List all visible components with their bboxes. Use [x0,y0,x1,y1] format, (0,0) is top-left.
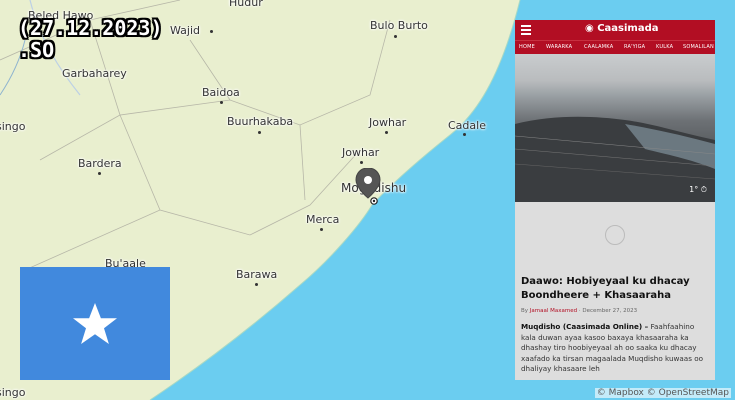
author-link[interactable]: Jamaal Maxamed [530,308,577,314]
city-label-barawa: Barawa [236,268,278,281]
nav-item-home[interactable]: HOME [519,44,535,50]
city-label-bulo-burto: Bulo Burto [370,19,428,32]
city-dot-jowhar-2 [360,161,363,164]
map-attribution[interactable]: © Mapbox © OpenStreetMap [594,388,731,398]
nav-item-wararka[interactable]: WARARKA [546,44,572,50]
city-label-jowhar: Jowhar [369,116,407,129]
location-pin-icon[interactable] [354,168,384,210]
city-label-hudur: Hudur [229,0,263,9]
article-body: Muqdisho (Caasimada Online) – Faahfaahin… [521,322,711,375]
nav-item-rayiga[interactable]: RA'YIGA [624,44,645,50]
city-dot-merca [320,228,323,231]
city-label-wajid: Wajid [170,24,201,37]
city-dot-baidoa [220,101,223,104]
date-overlay: (27.12.2023) .SO [18,17,163,61]
brand-name: Caasimada [597,23,659,34]
city-dot-bardera [98,172,101,175]
menu-icon[interactable] [521,25,531,35]
somalia-flag [20,267,170,380]
nav-item-kulka[interactable]: KUL​KA [656,44,673,50]
city-dot-barawa [255,283,258,286]
country-code-label: .SO [18,38,55,62]
site-logo[interactable]: ◉ Caasimada [585,23,659,34]
photo-counter: 1° ⏱ [689,185,707,194]
article-byline: By Jamaal Maxamed · December 27, 2023 [521,308,638,314]
city-label-jowhar-2: Jowhar [342,146,380,159]
city-dot-bulo-burto [394,35,397,38]
city-dot-cadale [463,133,466,136]
city-label-singo-bottom: singo [0,386,26,399]
city-dot-wajid [210,30,213,33]
city-label-cadale: Cadale [448,119,486,132]
city-label-buurhakaba: Buurhakaba [227,115,294,128]
city-label-garbaharey: Garbaharey [62,67,127,80]
article-screenshot[interactable]: ◉ Caasimada HOME WARARKA CAALAMKA RA'YIG… [515,20,715,380]
photo-counter-label: 1° [689,185,699,194]
site-header: ◉ Caasimada [515,20,715,40]
article-lead: Muqdisho (Caasimada Online) – [521,322,649,331]
site-nav: HOME WARARKA CAALAMKA RA'YIGA KUL​KA SOM… [515,40,715,55]
date-label: (27.12.2023) [18,16,163,40]
nav-item-somaliland[interactable]: SOMALILAN [683,44,714,50]
article-photo [515,54,715,202]
city-label-baidoa: Baidoa [202,86,240,99]
article-headline[interactable]: Daawo: Hobiyeyaal ku dhacay Boondheere +… [521,275,711,303]
loading-spinner-icon [605,225,625,245]
city-label-singo-top: singo [0,120,26,133]
city-dot-jowhar [385,131,388,134]
byline-prefix: By [521,308,529,314]
nav-item-caalamka[interactable]: CAALAMKA [584,44,613,50]
city-label-bardera: Bardera [78,157,122,170]
city-label-merca: Merca [306,213,340,226]
star-icon [73,303,117,344]
article-date: December 27, 2023 [582,308,638,314]
city-aerial-image [515,116,715,202]
city-dot-buurhakaba [258,131,261,134]
